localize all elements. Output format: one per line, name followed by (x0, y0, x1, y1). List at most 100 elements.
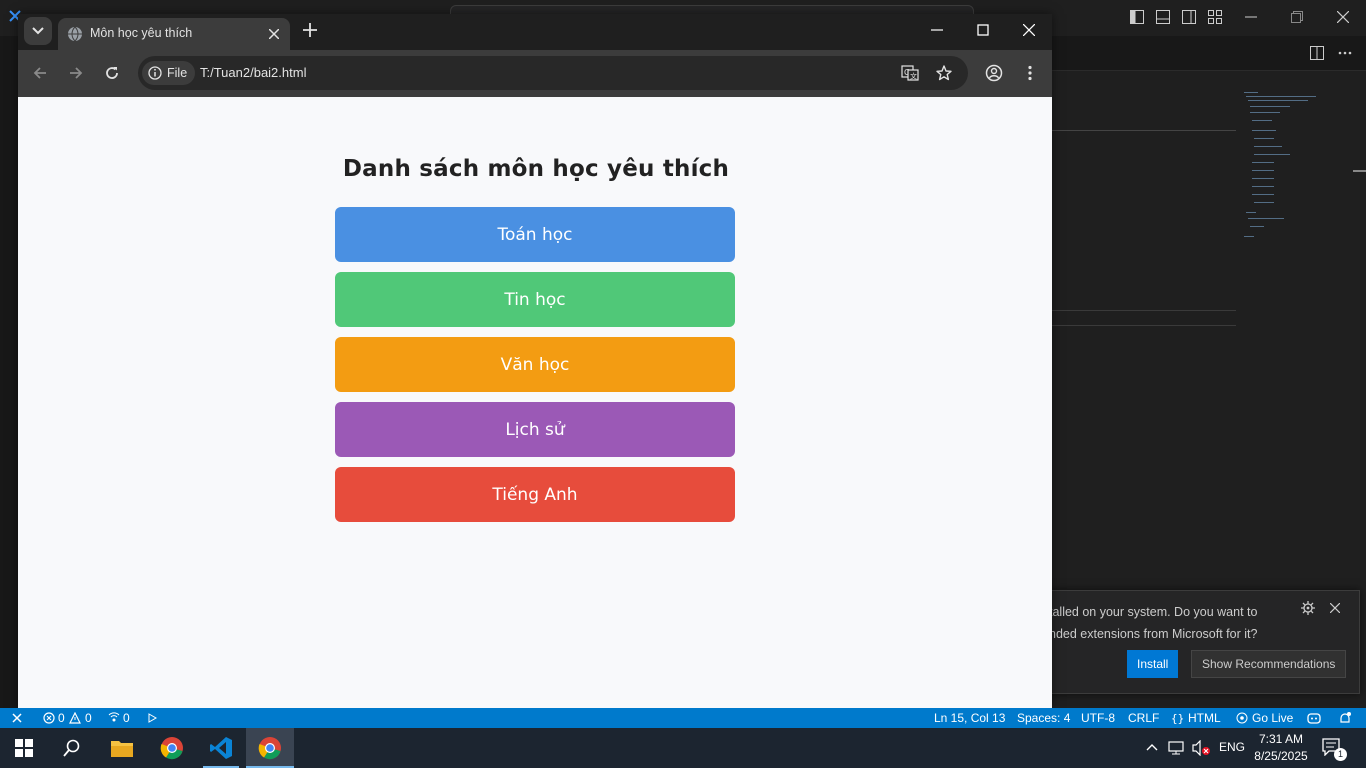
notification-line-1: talled on your system. Do you want to (1049, 605, 1258, 619)
editor-divider (1052, 130, 1236, 131)
vscode-activity-bar (0, 36, 18, 708)
warning-count[interactable]: 0 (85, 711, 92, 725)
vscode-logo-icon (210, 737, 232, 759)
search-button[interactable] (48, 728, 96, 768)
notification-message: talled on your system. Do you want to nd… (1049, 601, 1299, 645)
install-button[interactable]: Install (1127, 650, 1179, 678)
search-icon (63, 739, 80, 757)
cursor-position[interactable]: Ln 15, Col 13 (934, 711, 1005, 725)
vscode-taskbar-button[interactable] (197, 728, 245, 768)
debug-run-icon[interactable] (146, 712, 158, 724)
page-title: Danh sách môn học yêu thích (342, 156, 730, 182)
forward-arrow-icon (70, 67, 83, 79)
show-hidden-icons-chevron-icon[interactable] (1146, 743, 1158, 751)
globe-icon (68, 26, 82, 42)
windows-logo-icon (15, 739, 33, 757)
copilot-icon[interactable] (1307, 711, 1321, 725)
toggle-secondary-sidebar-icon[interactable] (1182, 10, 1196, 24)
chrome-logo-icon (160, 737, 183, 760)
input-language[interactable]: ENG (1219, 740, 1245, 754)
scrollbar-thumb[interactable] (1353, 170, 1366, 172)
profile-button[interactable] (980, 59, 1008, 87)
vscode-status-bar: 0 0 0 Ln 15, Col 13 Spaces: 4 UTF-8 CRLF… (0, 708, 1366, 728)
chrome-window: Môn học yêu thích File T:/Tuan2/bai2.htm… (18, 14, 1052, 708)
editor-divider (1052, 325, 1236, 326)
site-info-chip[interactable]: File (142, 61, 196, 85)
notification-close-icon[interactable] (1330, 603, 1340, 613)
minimap[interactable] (1240, 90, 1340, 250)
subject-button-history[interactable]: Lịch sử (335, 402, 735, 457)
toggle-primary-sidebar-icon[interactable] (1130, 10, 1144, 24)
go-live-button[interactable]: Go Live (1252, 711, 1293, 725)
svg-text:文: 文 (910, 72, 917, 81)
windows-taskbar: ENG 7:31 AM 8/25/2025 1 (0, 728, 1366, 768)
start-button[interactable] (0, 728, 48, 768)
browser-toolbar: File T:/Tuan2/bai2.html G文 (18, 50, 1052, 97)
customize-layout-icon[interactable] (1208, 10, 1222, 24)
profile-avatar-icon (985, 64, 1003, 82)
ports-radio-icon[interactable] (108, 712, 120, 724)
ports-count[interactable]: 0 (123, 711, 130, 725)
network-icon[interactable] (1168, 740, 1186, 756)
vscode-restore-icon[interactable] (1291, 11, 1303, 23)
subject-button-english[interactable]: Tiếng Anh (335, 467, 735, 522)
browser-tab-active[interactable]: Môn học yêu thích (58, 18, 290, 50)
taskbar-clock[interactable]: 7:31 AM 8/25/2025 (1250, 731, 1312, 765)
indentation[interactable]: Spaces: 4 (1017, 711, 1070, 725)
action-center-button[interactable]: 1 (1322, 738, 1347, 761)
chrome-close-icon[interactable] (1023, 24, 1035, 36)
clock-time: 7:31 AM (1258, 732, 1304, 746)
translate-icon: G文 (901, 65, 919, 81)
address-bar[interactable]: File T:/Tuan2/bai2.html G文 (138, 56, 968, 90)
editor-divider (1052, 310, 1236, 311)
chrome-active-taskbar-button[interactable] (246, 728, 294, 768)
encoding[interactable]: UTF-8 (1081, 711, 1115, 725)
warning-icon[interactable] (69, 712, 81, 724)
go-live-icon[interactable] (1236, 712, 1248, 724)
notification-count-badge: 1 (1334, 748, 1347, 761)
chevron-down-icon (32, 27, 44, 35)
line-ending[interactable]: CRLF (1128, 711, 1159, 725)
star-icon (936, 65, 952, 81)
language-braces-icon[interactable]: {} (1171, 712, 1183, 724)
show-recommendations-button[interactable]: Show Recommendations (1191, 650, 1347, 678)
subject-button-math[interactable]: Toán học (335, 207, 735, 262)
back-button[interactable] (26, 59, 54, 87)
kebab-menu-icon (1028, 65, 1032, 81)
bookmark-button[interactable] (930, 59, 958, 87)
tab-strip: Môn học yêu thích (18, 14, 1052, 50)
split-editor-icon[interactable] (1310, 46, 1324, 60)
vscode-close-icon[interactable] (1337, 11, 1349, 23)
error-count[interactable]: 0 (58, 711, 65, 725)
forward-button[interactable] (62, 59, 90, 87)
toggle-panel-icon[interactable] (1156, 10, 1170, 24)
chrome-maximize-icon[interactable] (977, 24, 989, 36)
new-tab-plus-icon[interactable] (303, 23, 317, 37)
tab-title: Môn học yêu thích (90, 26, 193, 40)
reload-icon (106, 67, 118, 79)
language-mode[interactable]: HTML (1188, 711, 1221, 725)
chrome-menu-button[interactable] (1016, 59, 1044, 87)
notification-line-2: nded extensions from Microsoft for it? (1049, 627, 1258, 641)
notification-settings-gear-icon[interactable] (1301, 601, 1315, 615)
url-text[interactable]: T:/Tuan2/bai2.html (200, 65, 306, 80)
folder-icon (111, 741, 133, 757)
notifications-bell-icon[interactable] (1338, 711, 1352, 725)
translate-button[interactable]: G文 (896, 59, 924, 87)
reload-button[interactable] (98, 59, 126, 87)
clock-date: 8/25/2025 (1254, 749, 1308, 763)
error-icon[interactable] (43, 712, 55, 724)
chrome-minimize-icon[interactable] (931, 29, 943, 31)
chrome-logo-icon (258, 737, 281, 760)
subject-button-informatics[interactable]: Tin học (335, 272, 735, 327)
subject-button-literature[interactable]: Văn học (335, 337, 735, 392)
vscode-minimize-icon[interactable] (1245, 16, 1257, 18)
speaker-muted-icon[interactable] (1192, 740, 1212, 756)
remote-indicator-icon[interactable] (11, 712, 23, 724)
more-actions-icon[interactable] (1338, 46, 1352, 60)
page-viewport: Danh sách môn học yêu thích Toán học Tin… (18, 97, 1052, 708)
chrome-taskbar-button[interactable] (148, 728, 196, 768)
file-explorer-taskbar-button[interactable] (98, 728, 146, 768)
tab-search-button[interactable] (24, 17, 52, 45)
tab-close-icon[interactable] (269, 29, 279, 39)
